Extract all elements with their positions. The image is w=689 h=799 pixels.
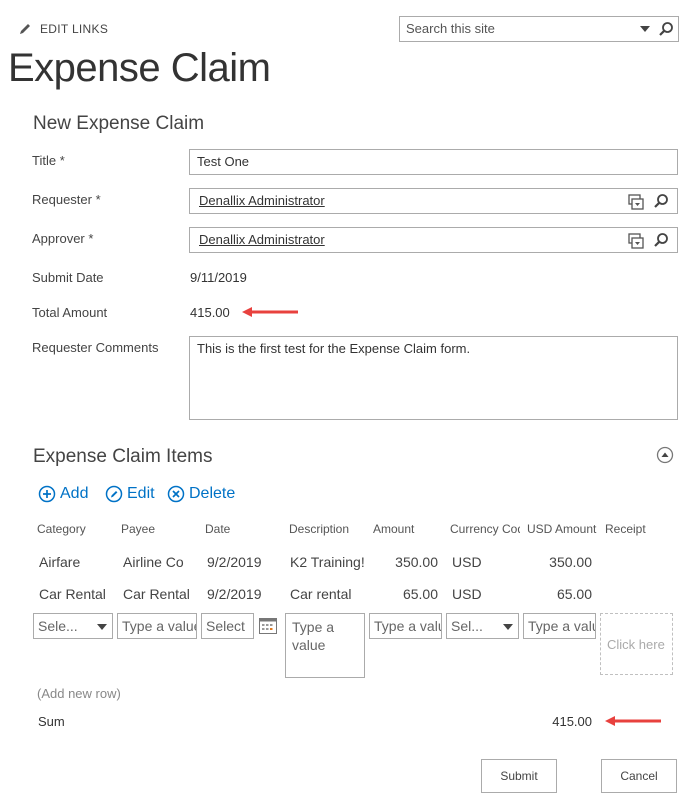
page-title: Expense Claim xyxy=(8,46,271,90)
column-header-amount[interactable]: Amount xyxy=(373,522,445,536)
category-select-value: Sele... xyxy=(38,618,78,634)
edit-circle-icon xyxy=(105,485,123,503)
search-input[interactable] xyxy=(406,21,631,36)
table-cell[interactable]: 65.00 xyxy=(522,586,592,602)
payee-input-placeholder: Type a value xyxy=(122,618,197,634)
table-cell[interactable]: 65.00 xyxy=(373,586,438,602)
receipt-upload-label: Click here xyxy=(607,637,665,652)
edit-label: Edit xyxy=(127,485,155,502)
date-input[interactable]: Select xyxy=(201,613,254,639)
search-icon[interactable] xyxy=(653,232,669,248)
add-label: Add xyxy=(60,485,89,502)
requester-comments-value: This is the first test for the Expense C… xyxy=(197,341,471,356)
sum-label: Sum xyxy=(38,714,65,729)
requester-label: Requester * xyxy=(32,192,101,207)
payee-input[interactable]: Type a value xyxy=(117,613,197,639)
table-cell[interactable]: USD xyxy=(452,586,512,602)
items-section-title: Expense Claim Items xyxy=(33,446,213,467)
submit-button-label: Submit xyxy=(500,769,538,783)
column-header-date[interactable]: Date xyxy=(205,522,283,536)
delete-circle-icon xyxy=(167,485,185,503)
category-select[interactable]: Sele... xyxy=(33,613,113,639)
description-input-placeholder: Type a value xyxy=(292,619,335,653)
table-cell[interactable]: 9/2/2019 xyxy=(207,554,283,570)
date-input-placeholder: Select xyxy=(206,618,245,634)
usd-amount-input[interactable]: Type a value xyxy=(523,613,596,639)
add-button[interactable]: Add xyxy=(38,485,88,503)
requester-value[interactable]: Denallix Administrator xyxy=(199,193,325,208)
currency-select-value: Sel... xyxy=(451,618,483,634)
search-box xyxy=(399,16,679,42)
receipt-upload[interactable]: Click here xyxy=(600,613,673,675)
chevron-down-icon xyxy=(97,624,107,630)
address-book-icon[interactable] xyxy=(628,194,644,210)
form-section-title: New Expense Claim xyxy=(33,113,205,134)
add-new-row-link[interactable]: (Add new row) xyxy=(37,686,121,701)
approver-field[interactable]: Denallix Administrator xyxy=(189,227,678,253)
arrow-annotation-icon xyxy=(242,307,298,317)
collapse-icon[interactable] xyxy=(656,446,674,464)
description-input[interactable]: Type a value xyxy=(285,613,365,678)
title-label: Title * xyxy=(32,153,65,168)
column-header-currency-code[interactable]: Currency Code xyxy=(450,522,520,536)
column-header-receipt[interactable]: Receipt xyxy=(605,522,675,536)
table-cell[interactable]: Car Rental xyxy=(123,586,199,602)
table-cell[interactable]: Airfare xyxy=(39,554,115,570)
usd-amount-input-placeholder: Type a value xyxy=(528,618,595,634)
submit-date-value: 9/11/2019 xyxy=(190,270,247,285)
currency-select[interactable]: Sel... xyxy=(446,613,519,639)
sum-value: 415.00 xyxy=(552,714,592,729)
table-cell[interactable]: 350.00 xyxy=(522,554,592,570)
search-icon[interactable] xyxy=(653,193,669,209)
cancel-button-label: Cancel xyxy=(620,769,658,783)
column-header-category[interactable]: Category xyxy=(37,522,115,536)
requester-comments-label: Requester Comments xyxy=(32,340,159,355)
search-icon[interactable] xyxy=(658,21,674,37)
table-cell[interactable]: K2 Training! xyxy=(290,554,366,570)
address-book-icon[interactable] xyxy=(628,233,644,249)
chevron-down-icon[interactable] xyxy=(640,26,650,33)
requester-field[interactable]: Denallix Administrator xyxy=(189,188,678,214)
table-cell[interactable]: Car Rental xyxy=(39,586,115,602)
table-cell[interactable]: 350.00 xyxy=(373,554,438,570)
column-header-usd-amount[interactable]: USD Amount xyxy=(527,522,597,536)
table-cell[interactable]: USD xyxy=(452,554,512,570)
pencil-icon xyxy=(20,24,30,34)
edit-links-label: EDIT LINKS xyxy=(40,22,109,36)
delete-label: Delete xyxy=(189,485,236,502)
cancel-button[interactable]: Cancel xyxy=(601,759,677,793)
plus-circle-icon xyxy=(38,485,56,503)
table-cell[interactable]: Car rental xyxy=(290,586,366,602)
table-cell[interactable]: Airline Co xyxy=(123,554,199,570)
edit-button[interactable]: Edit xyxy=(105,485,155,503)
approver-value[interactable]: Denallix Administrator xyxy=(199,232,325,247)
calendar-icon[interactable] xyxy=(259,617,277,634)
submit-button[interactable]: Submit xyxy=(481,759,557,793)
arrow-annotation-icon xyxy=(605,716,661,726)
amount-input[interactable]: Type a value xyxy=(369,613,442,639)
delete-button[interactable]: Delete xyxy=(167,485,235,503)
approver-label: Approver * xyxy=(32,231,94,246)
requester-comments-field[interactable]: This is the first test for the Expense C… xyxy=(189,336,678,420)
title-field[interactable]: Test One xyxy=(189,149,678,175)
submit-date-label: Submit Date xyxy=(32,270,104,285)
column-header-description[interactable]: Description xyxy=(289,522,367,536)
table-cell[interactable]: 9/2/2019 xyxy=(207,586,283,602)
edit-links[interactable]: EDIT LINKS xyxy=(18,22,108,36)
title-value: Test One xyxy=(197,154,250,169)
chevron-down-icon xyxy=(503,624,513,630)
amount-input-placeholder: Type a value xyxy=(374,618,441,634)
column-header-payee[interactable]: Payee xyxy=(121,522,199,536)
total-amount-value: 415.00 xyxy=(190,305,230,320)
total-amount-label: Total Amount xyxy=(32,305,108,320)
